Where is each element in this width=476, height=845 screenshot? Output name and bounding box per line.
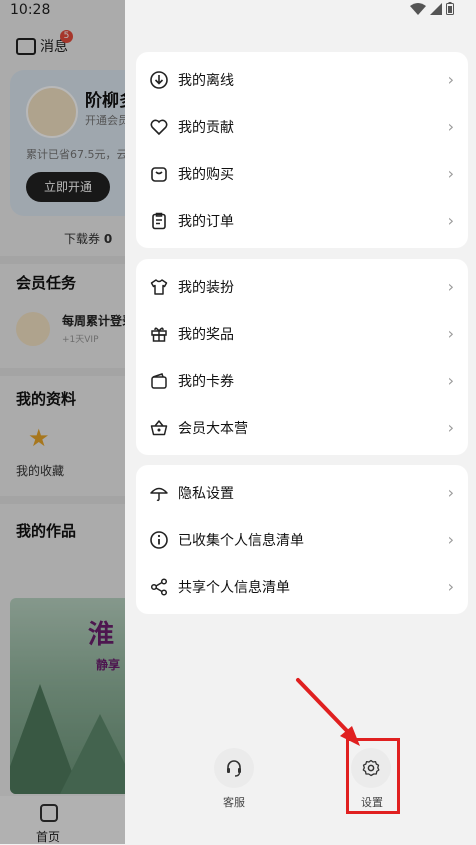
download-icon (150, 71, 168, 89)
menu-item-shared-info[interactable]: 共享个人信息清单 › (136, 563, 468, 610)
menu-item-label: 已收集个人信息清单 (178, 532, 304, 549)
menu-item-contribution[interactable]: 我的贡献 › (136, 103, 468, 150)
gift-icon (151, 327, 167, 342)
shirt-icon (150, 279, 168, 295)
chevron-right-icon: › (447, 530, 454, 549)
chevron-right-icon: › (447, 70, 454, 89)
menu-item-label: 隐私设置 (178, 485, 234, 502)
menu-item-outfits[interactable]: 我的装扮 › (136, 263, 468, 310)
menu-group-2: 我的装扮 › 我的奖品 › 我的卡券 › 会员大本营 › (136, 259, 468, 455)
battery-icon (446, 2, 454, 15)
umbrella-icon (150, 487, 168, 502)
chevron-right-icon: › (447, 577, 454, 596)
clipboard-icon (152, 212, 166, 230)
menu-item-collected-info[interactable]: 已收集个人信息清单 › (136, 516, 468, 563)
status-icons (410, 2, 454, 15)
chevron-right-icon: › (447, 211, 454, 230)
annotation-arrow-icon (296, 678, 360, 746)
basket-icon (150, 420, 168, 436)
menu-item-label: 我的奖品 (178, 326, 234, 343)
chevron-right-icon: › (447, 483, 454, 502)
chevron-right-icon: › (447, 164, 454, 183)
menu-item-coupons[interactable]: 我的卡券 › (136, 357, 468, 404)
menu-group-1: 我的离线 › 我的贡献 › 我的购买 › 我的订单 › (136, 52, 468, 248)
drawer-scrim[interactable] (0, 0, 125, 844)
menu-item-member-camp[interactable]: 会员大本营 › (136, 404, 468, 451)
menu-item-label: 我的离线 (178, 72, 234, 89)
chevron-right-icon: › (447, 324, 454, 343)
wallet-icon (151, 373, 167, 389)
info-icon (150, 531, 168, 549)
menu-item-label: 我的购买 (178, 166, 234, 183)
menu-item-privacy[interactable]: 隐私设置 › (136, 469, 468, 516)
signal-icon (430, 2, 442, 15)
menu-item-label: 共享个人信息清单 (178, 579, 290, 596)
menu-group-3: 隐私设置 › 已收集个人信息清单 › 共享个人信息清单 › (136, 465, 468, 614)
share-icon (150, 578, 168, 596)
menu-item-label: 我的订单 (178, 213, 234, 230)
menu-item-label: 我的贡献 (178, 119, 234, 136)
bag-icon (151, 167, 167, 182)
customer-service-label[interactable]: 客服 (223, 794, 245, 810)
heart-icon (150, 119, 168, 136)
menu-item-label: 我的装扮 (178, 279, 234, 296)
chevron-right-icon: › (447, 418, 454, 437)
chevron-right-icon: › (447, 117, 454, 136)
menu-item-prizes[interactable]: 我的奖品 › (136, 310, 468, 357)
menu-item-label: 我的卡券 (178, 373, 234, 390)
wifi-icon (410, 2, 426, 15)
customer-service-button[interactable] (214, 748, 254, 788)
menu-item-label: 会员大本营 (178, 420, 248, 437)
headset-icon (227, 760, 241, 777)
chevron-right-icon: › (447, 277, 454, 296)
menu-item-purchases[interactable]: 我的购买 › (136, 150, 468, 197)
menu-item-orders[interactable]: 我的订单 › (136, 197, 468, 244)
menu-item-offline[interactable]: 我的离线 › (136, 56, 468, 103)
chevron-right-icon: › (447, 371, 454, 390)
